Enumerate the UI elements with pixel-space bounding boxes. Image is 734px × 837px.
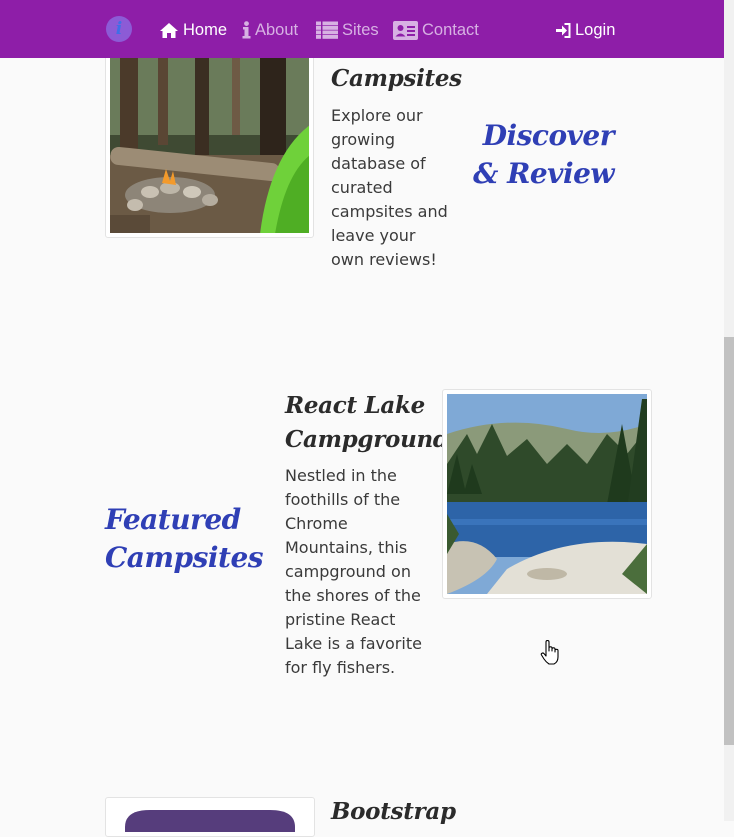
featured-card-text: Nestled in the foothills of the Chrome M… bbox=[285, 466, 422, 677]
info-icon bbox=[242, 21, 251, 39]
campsite-photo-frame bbox=[105, 40, 314, 238]
nav-about-link[interactable]: About bbox=[242, 19, 298, 41]
scrollbar-thumb[interactable] bbox=[724, 337, 734, 745]
bootstrap-photo bbox=[110, 802, 310, 832]
featured-section-heading: Featured Campsites bbox=[105, 503, 264, 574]
nav-home-link[interactable]: Home bbox=[159, 19, 227, 41]
brand-logo[interactable]: i bbox=[106, 16, 132, 42]
discover-card-text: Explore our growing database of curated … bbox=[331, 106, 448, 269]
bootstrap-card-title: Bootstrap bbox=[331, 798, 456, 825]
nav-sites-label: Sites bbox=[342, 20, 379, 39]
home-icon bbox=[160, 22, 178, 38]
discover-section-heading: Discover & Review bbox=[473, 119, 614, 190]
nav-login-link[interactable]: Login bbox=[556, 19, 615, 41]
bootstrap-photo-frame bbox=[105, 797, 315, 837]
brand-logo-letter: i bbox=[115, 18, 123, 39]
featured-card-title: React Lake Campground bbox=[285, 392, 449, 453]
discover-card-title: Campsites bbox=[331, 65, 462, 92]
nav-contact-label: Contact bbox=[422, 20, 479, 39]
nav-contact-link[interactable]: Contact bbox=[393, 19, 479, 41]
lake-photo-frame bbox=[442, 389, 652, 599]
lake-photo bbox=[447, 394, 647, 594]
hand-cursor-icon bbox=[540, 640, 559, 665]
campsite-photo bbox=[110, 45, 309, 233]
nav-about-label: About bbox=[255, 20, 299, 39]
sign-in-icon bbox=[556, 22, 571, 38]
nav-home-label: Home bbox=[183, 20, 228, 39]
nav-login-label: Login bbox=[575, 20, 616, 39]
contact-card-icon bbox=[393, 20, 418, 40]
nav-sites-link[interactable]: Sites bbox=[316, 19, 379, 41]
navbar: i Home About Sites Contact Login bbox=[0, 0, 724, 58]
list-icon bbox=[316, 21, 338, 39]
